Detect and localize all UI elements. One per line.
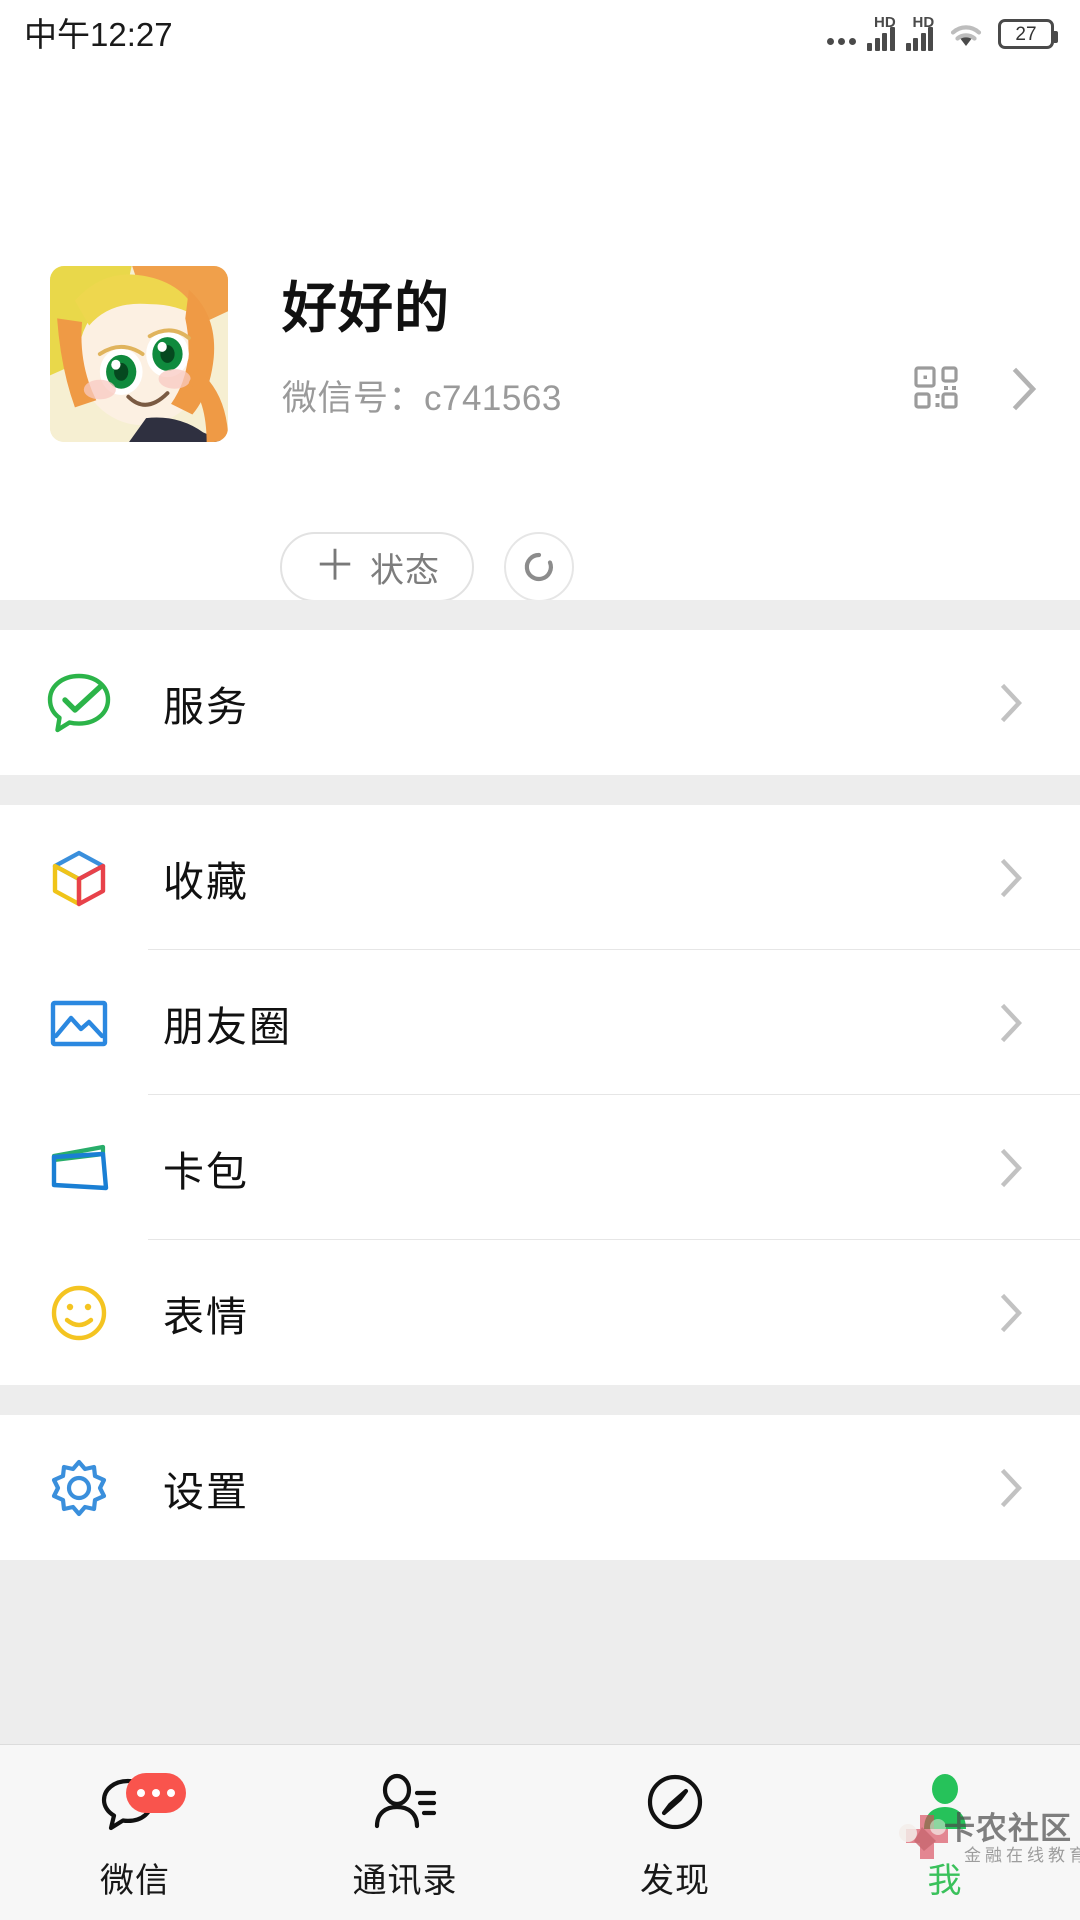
menu-group-services: 服务 bbox=[0, 630, 1080, 775]
tab-wechat[interactable]: 微信 bbox=[0, 1745, 270, 1920]
status-clock: 中午12:27 bbox=[24, 15, 173, 53]
menu-item-services[interactable]: 服务 bbox=[0, 630, 1080, 775]
menu-item-label: 收藏 bbox=[163, 858, 249, 905]
moments-photo-icon bbox=[40, 984, 118, 1062]
profile-quick-actions: ＋ 状态 bbox=[0, 532, 1080, 602]
chevron-right-icon bbox=[1000, 1002, 1024, 1044]
menu-item-settings[interactable]: 设置 bbox=[0, 1415, 1080, 1560]
section-gap-1 bbox=[0, 600, 1080, 630]
qr-code-icon[interactable] bbox=[914, 366, 960, 412]
wechat-me-screen: 中午12:27 HD HD 27 好好的 微信号：c741563 ＋ 状态 服务… bbox=[0, 0, 1080, 1920]
sim2-hd-label: HD bbox=[912, 14, 935, 31]
tab-contacts[interactable]: 通讯录 bbox=[270, 1745, 540, 1920]
profile-actions bbox=[914, 366, 1038, 412]
unread-badge bbox=[126, 1773, 186, 1813]
avatar[interactable] bbox=[50, 266, 228, 442]
menu-group-main: 收藏 朋友圈 卡包 表情 bbox=[0, 805, 1080, 1385]
tab-discover[interactable]: 发现 bbox=[540, 1745, 810, 1920]
tab-label: 我 bbox=[927, 1862, 963, 1900]
bottom-tab-bar: 微信 通讯录 发现 卡农社区 金融在线教育 我 bbox=[0, 1744, 1080, 1920]
menu-item-label: 卡包 bbox=[163, 1148, 249, 1195]
tab-me[interactable]: 卡农社区 金融在线教育 我 bbox=[810, 1745, 1080, 1920]
watermark-subtitle: 金融在线教育 bbox=[964, 1846, 1080, 1865]
section-gap-3 bbox=[0, 1385, 1080, 1415]
plus-icon: ＋ bbox=[314, 541, 357, 589]
menu-item-label: 服务 bbox=[163, 683, 249, 730]
menu-group-settings: 设置 bbox=[0, 1415, 1080, 1560]
chevron-right-icon bbox=[1000, 1467, 1024, 1509]
wifi-icon bbox=[947, 19, 985, 49]
chat-bubble-icon bbox=[98, 1767, 186, 1841]
battery-level-label: 27 bbox=[1015, 23, 1037, 45]
more-dots-icon bbox=[827, 19, 856, 49]
services-bubble-check-icon bbox=[40, 664, 118, 742]
signal-sim2-icon: HD bbox=[905, 14, 935, 51]
status-bar: 中午12:27 HD HD 27 bbox=[0, 0, 1080, 68]
stickers-smiley-icon bbox=[40, 1274, 118, 1352]
status-button[interactable]: ＋ 状态 bbox=[280, 532, 475, 602]
section-gap-2 bbox=[0, 775, 1080, 805]
profile-person-icon: 卡农社区 金融在线教育 bbox=[899, 1767, 1080, 1865]
status-button-label: 状态 bbox=[370, 551, 441, 590]
chevron-right-icon bbox=[1000, 682, 1024, 724]
chevron-right-icon bbox=[1000, 1292, 1024, 1334]
section-gap-4 bbox=[0, 1560, 1080, 1744]
compass-icon bbox=[638, 1767, 712, 1841]
battery-icon: 27 bbox=[998, 19, 1058, 49]
tab-label: 微信 bbox=[100, 1862, 170, 1900]
menu-item-moments[interactable]: 朋友圈 bbox=[0, 950, 1080, 1095]
profile-chevron-right-icon[interactable] bbox=[1012, 366, 1038, 412]
menu-item-label: 朋友圈 bbox=[163, 1003, 292, 1050]
menu-item-stickers[interactable]: 表情 bbox=[0, 1240, 1080, 1385]
refresh-circle-icon[interactable] bbox=[504, 532, 575, 602]
menu-item-cards[interactable]: 卡包 bbox=[0, 1095, 1080, 1240]
menu-item-label: 表情 bbox=[163, 1293, 249, 1340]
profile-card[interactable]: 好好的 微信号：c741563 ＋ 状态 bbox=[0, 68, 1080, 602]
tab-label: 发现 bbox=[640, 1862, 710, 1900]
chevron-right-icon bbox=[1000, 1147, 1024, 1189]
signal-sim1-icon: HD bbox=[867, 14, 896, 51]
settings-gear-icon bbox=[40, 1449, 118, 1527]
cards-wallet-icon bbox=[40, 1129, 118, 1207]
profile-nickname: 好好的 bbox=[282, 277, 451, 339]
favorites-cube-icon bbox=[40, 839, 118, 917]
chevron-right-icon bbox=[1000, 857, 1024, 899]
menu-item-favorites[interactable]: 收藏 bbox=[0, 805, 1080, 950]
status-icons: HD HD 27 bbox=[827, 14, 1058, 51]
contacts-icon bbox=[368, 1767, 442, 1841]
menu-item-label: 设置 bbox=[163, 1468, 249, 1515]
sim1-hd-label: HD bbox=[874, 14, 896, 31]
tab-label: 通讯录 bbox=[352, 1862, 458, 1900]
